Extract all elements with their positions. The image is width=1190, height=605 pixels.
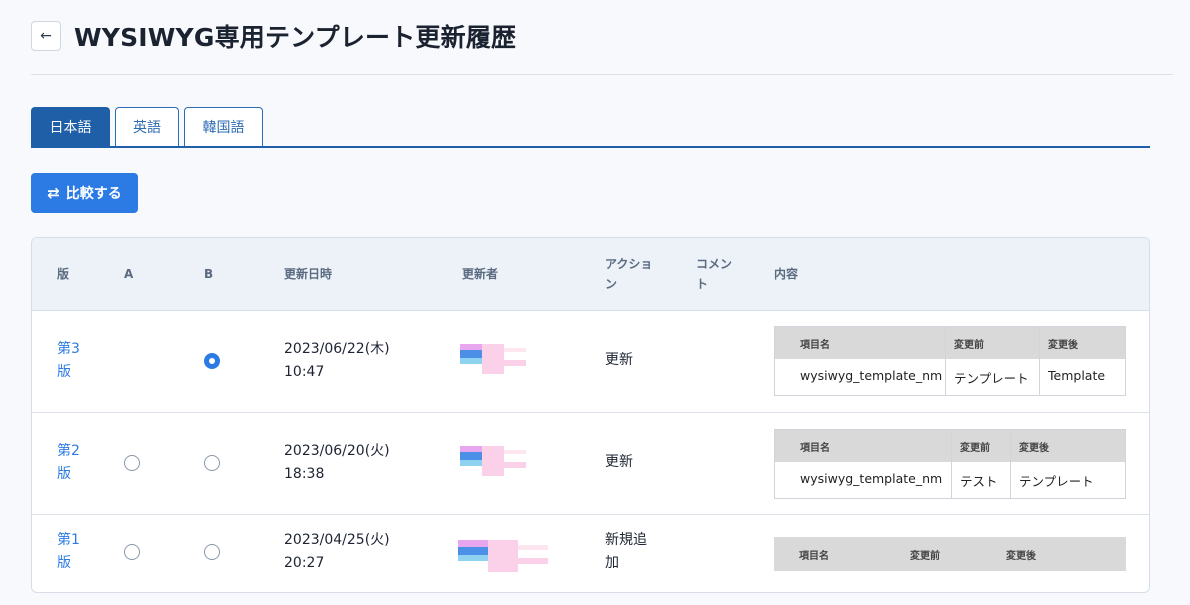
table-row: 第3 版 2023/06/22(木) 10:47 更新 項目名 変更前 変更後 … bbox=[32, 310, 1149, 413]
version-link[interactable]: 第3 版 bbox=[57, 338, 80, 384]
updated-at: 2023/06/20(火) 18:38 bbox=[284, 440, 390, 486]
compare-button[interactable]: ⇄ 比較する bbox=[31, 173, 138, 213]
version-link-line1: 第2 bbox=[57, 443, 80, 459]
diff-row: wysiwyg_template_nm テスト テンプレート bbox=[775, 462, 1125, 498]
avatar bbox=[458, 540, 550, 572]
history-table: 版 A B 更新日時 更新者 アクショ ン コメン ト 内容 第3 版 2023… bbox=[31, 237, 1150, 593]
compare-button-label: 比較する bbox=[65, 186, 122, 202]
diff-table: 項目名 変更前 変更後 wysiwyg_template_nm テスト テンプレ… bbox=[774, 429, 1126, 499]
version-link[interactable]: 第2 版 bbox=[57, 440, 80, 486]
diff-table: 項目名 変更前 変更後 bbox=[774, 537, 1126, 571]
updated-at: 2023/04/25(火) 20:27 bbox=[284, 529, 390, 575]
diff-header-field: 項目名 bbox=[799, 551, 829, 562]
radio-b[interactable] bbox=[204, 544, 220, 560]
version-link-line2: 版 bbox=[57, 466, 71, 482]
version-link-line1: 第3 bbox=[57, 341, 80, 357]
diff-field-name: wysiwyg_template_nm bbox=[800, 368, 943, 383]
header-divider bbox=[31, 74, 1173, 75]
updated-date: 2023/04/25(火) bbox=[284, 532, 390, 548]
col-action: アクショ ン bbox=[605, 254, 652, 294]
diff-header-after: 変更後 bbox=[1019, 443, 1049, 454]
diff-header-field: 項目名 bbox=[800, 340, 830, 351]
col-comment: コメン ト bbox=[696, 254, 732, 294]
table-header: 版 A B 更新日時 更新者 アクショ ン コメン ト 内容 bbox=[32, 238, 1149, 311]
tab-korean[interactable]: 韓国語 bbox=[184, 107, 263, 146]
diff-after-value: テンプレート bbox=[1019, 474, 1094, 489]
diff-divider bbox=[945, 327, 946, 395]
version-link-line1: 第1 bbox=[57, 532, 80, 548]
action-label: 更新 bbox=[605, 352, 633, 368]
updated-time: 10:47 bbox=[284, 364, 325, 380]
col-b: B bbox=[204, 267, 214, 281]
diff-header: 項目名 変更前 変更後 bbox=[774, 537, 1126, 571]
table-row: 第2 版 2023/06/20(火) 18:38 更新 項目名 変更前 変更後 … bbox=[32, 413, 1149, 515]
diff-field-name: wysiwyg_template_nm bbox=[800, 471, 943, 486]
diff-header-after: 変更後 bbox=[1006, 551, 1036, 562]
version-link[interactable]: 第1 版 bbox=[57, 529, 80, 575]
diff-before-value: テンプレート bbox=[954, 371, 1029, 386]
diff-header-field: 項目名 bbox=[800, 443, 830, 454]
arrow-left-icon: ← bbox=[40, 28, 52, 44]
avatar bbox=[460, 344, 530, 376]
updated-time: 20:27 bbox=[284, 555, 325, 571]
swap-arrows-icon: ⇄ bbox=[47, 184, 60, 202]
diff-header-before: 変更前 bbox=[960, 443, 990, 454]
updated-time: 18:38 bbox=[284, 466, 325, 482]
table-row: 第1 版 2023/04/25(火) 20:27 新規追 加 項目名 変更前 変… bbox=[32, 515, 1149, 592]
action-label: 更新 bbox=[605, 454, 633, 470]
version-link-line2: 版 bbox=[57, 364, 71, 380]
col-content: 内容 bbox=[774, 267, 799, 281]
col-comment-line2: ト bbox=[696, 277, 709, 291]
radio-a[interactable] bbox=[124, 455, 140, 471]
updated-date: 2023/06/22(木) bbox=[284, 341, 390, 357]
version-link-line2: 版 bbox=[57, 555, 71, 571]
diff-header-before: 変更前 bbox=[910, 551, 940, 562]
diff-table: 項目名 変更前 変更後 wysiwyg_template_nm テンプレート T… bbox=[774, 326, 1126, 396]
diff-before-value: テスト bbox=[960, 474, 998, 489]
action-label-line2: 加 bbox=[605, 555, 619, 571]
diff-header-after: 変更後 bbox=[1048, 340, 1078, 351]
action-label-line1: 新規追 bbox=[605, 532, 647, 548]
col-a: A bbox=[124, 267, 134, 281]
diff-header: 項目名 変更前 変更後 bbox=[775, 430, 1125, 462]
radio-b[interactable] bbox=[204, 353, 220, 369]
col-action-line2: ン bbox=[605, 277, 618, 291]
col-updater: 更新者 bbox=[462, 267, 499, 281]
updated-at: 2023/06/22(木) 10:47 bbox=[284, 338, 390, 384]
col-updated-at: 更新日時 bbox=[284, 267, 333, 281]
action-label: 新規追 加 bbox=[605, 529, 647, 575]
col-version: 版 bbox=[57, 267, 70, 281]
page-title: WYSIWYG専用テンプレート更新履歴 bbox=[74, 23, 517, 52]
col-comment-line1: コメン bbox=[696, 257, 733, 271]
radio-a[interactable] bbox=[124, 544, 140, 560]
avatar bbox=[460, 446, 530, 478]
col-action-line1: アクショ bbox=[605, 257, 653, 271]
diff-header: 項目名 変更前 変更後 bbox=[775, 327, 1125, 359]
tab-english[interactable]: 英語 bbox=[115, 107, 179, 146]
diff-after-value: Template bbox=[1048, 368, 1106, 383]
diff-header-before: 変更前 bbox=[954, 340, 984, 351]
back-button[interactable]: ← bbox=[31, 21, 61, 51]
diff-divider bbox=[1039, 327, 1040, 395]
diff-row: wysiwyg_template_nm テンプレート Template bbox=[775, 359, 1125, 395]
diff-divider bbox=[951, 430, 952, 498]
diff-divider bbox=[1010, 430, 1011, 498]
updated-date: 2023/06/20(火) bbox=[284, 443, 390, 459]
radio-b[interactable] bbox=[204, 455, 220, 471]
page-header: ← WYSIWYG専用テンプレート更新履歴 bbox=[31, 18, 516, 54]
tab-japanese[interactable]: 日本語 bbox=[31, 107, 110, 146]
language-tabs: 日本語 英語 韓国語 bbox=[31, 107, 1150, 148]
